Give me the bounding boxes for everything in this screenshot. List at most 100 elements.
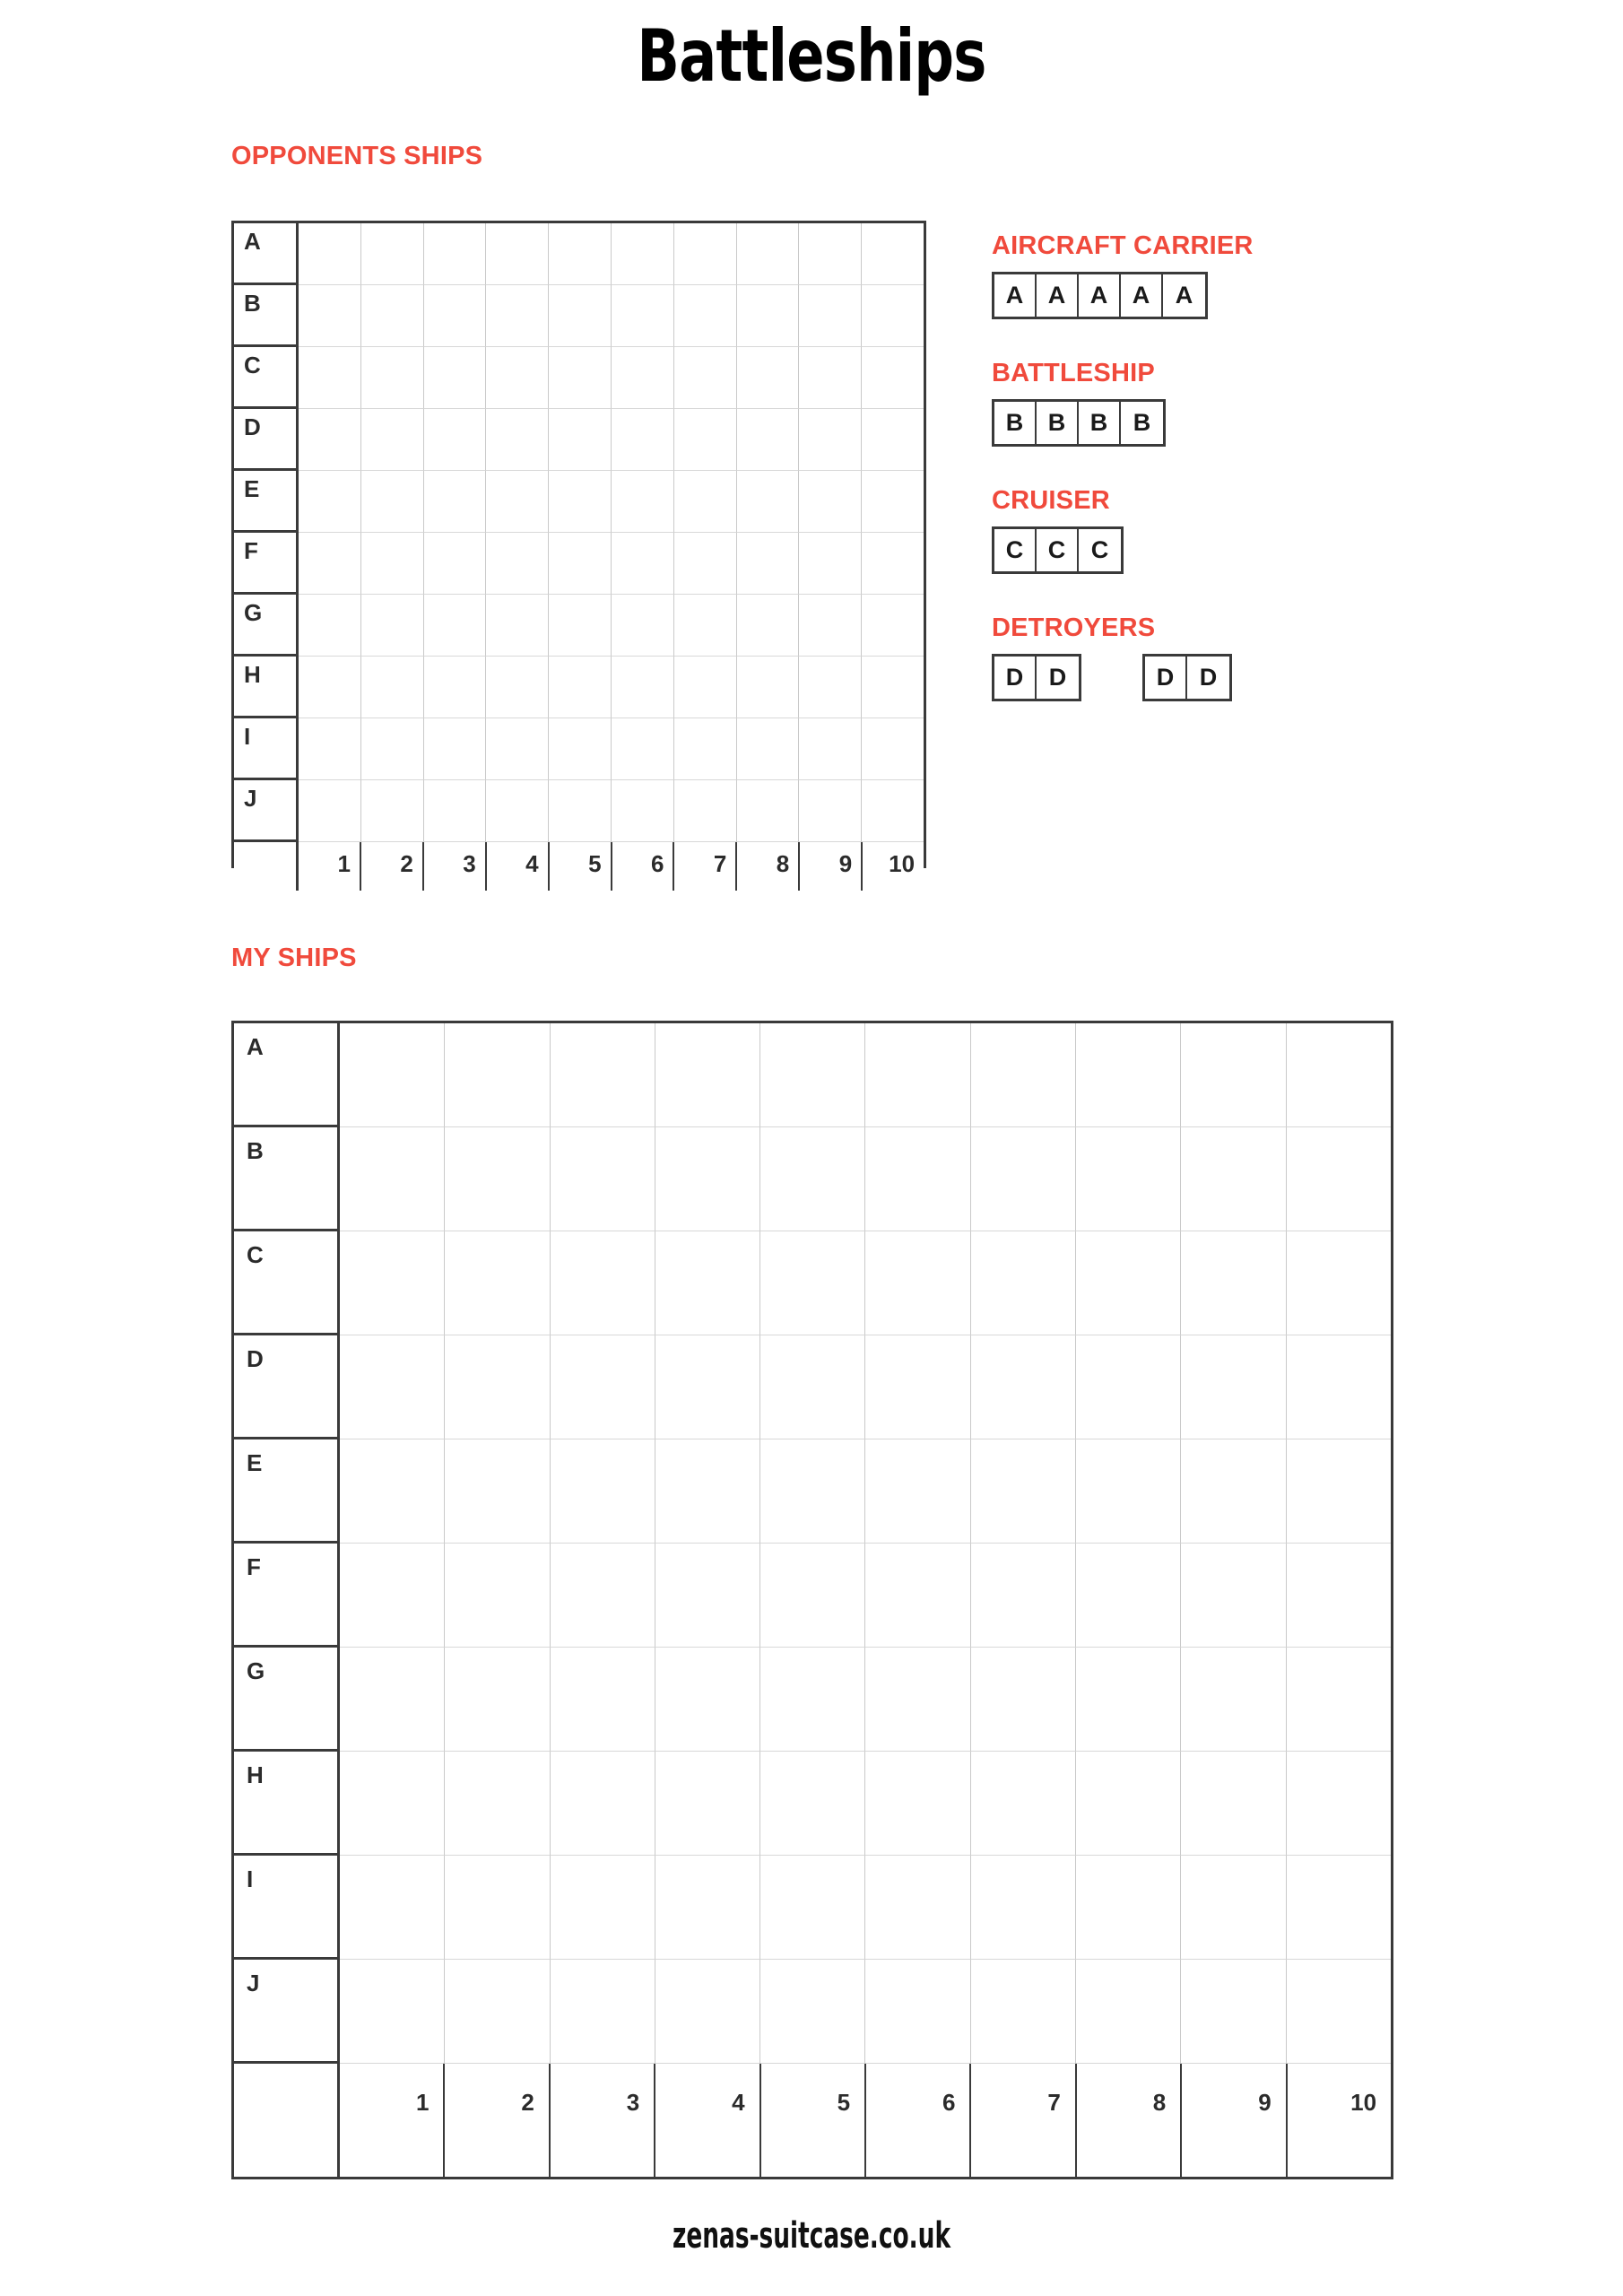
grid-cell[interactable] (862, 533, 924, 595)
grid-cell[interactable] (611, 657, 674, 718)
grid-cell[interactable] (673, 223, 737, 285)
grid-cell[interactable] (1181, 1960, 1287, 2064)
ship-cell[interactable]: B (994, 402, 1037, 444)
grid-cell[interactable] (862, 223, 924, 285)
grid-cell[interactable] (760, 1648, 866, 1752)
grid-cell[interactable] (736, 718, 800, 780)
grid-cell[interactable] (673, 657, 737, 718)
grid-cell[interactable] (486, 347, 550, 409)
grid-cell[interactable] (550, 1439, 655, 1544)
grid-cell[interactable] (970, 1960, 1077, 2064)
grid-cell[interactable] (1181, 1648, 1287, 1752)
grid-cell[interactable] (445, 1439, 551, 1544)
grid-cell[interactable] (360, 223, 424, 285)
grid-cell[interactable] (486, 780, 550, 842)
grid-cell[interactable] (550, 1960, 655, 2064)
grid-cell[interactable] (340, 1231, 446, 1335)
grid-cell[interactable] (736, 409, 800, 471)
grid-cell[interactable] (1181, 1752, 1287, 1856)
grid-cell[interactable] (673, 780, 737, 842)
grid-cell[interactable] (611, 409, 674, 471)
grid-cell[interactable] (360, 595, 424, 657)
grid-cell[interactable] (673, 533, 737, 595)
grid-cell[interactable] (423, 595, 487, 657)
grid-cell[interactable] (1181, 1127, 1287, 1231)
grid-cell[interactable] (865, 1960, 971, 2064)
grid-cell[interactable] (360, 533, 424, 595)
grid-cell[interactable] (611, 223, 674, 285)
grid-cell[interactable] (736, 657, 800, 718)
grid-cell[interactable] (445, 1856, 551, 1960)
grid-cell[interactable] (865, 1023, 971, 1127)
grid-cell[interactable] (862, 595, 924, 657)
grid-cell[interactable] (862, 347, 924, 409)
grid-cell[interactable] (423, 347, 487, 409)
grid-cell[interactable] (970, 1648, 1077, 1752)
grid-cell[interactable] (299, 471, 361, 533)
grid-cell[interactable] (486, 471, 550, 533)
grid-cell[interactable] (1286, 1439, 1391, 1544)
grid-cell[interactable] (970, 1856, 1077, 1960)
grid-cell[interactable] (360, 780, 424, 842)
ship-cell[interactable]: A (1121, 274, 1163, 317)
grid-cell[interactable] (736, 223, 800, 285)
grid-cell[interactable] (799, 780, 863, 842)
grid-cell[interactable] (299, 533, 361, 595)
grid-cell[interactable] (486, 223, 550, 285)
grid-cell[interactable] (1076, 1127, 1182, 1231)
ship-cell[interactable]: D (994, 657, 1037, 699)
grid-cell[interactable] (1181, 1335, 1287, 1439)
grid-cell[interactable] (611, 595, 674, 657)
ship-cell[interactable]: A (1079, 274, 1121, 317)
grid-cell[interactable] (736, 780, 800, 842)
grid-cell[interactable] (445, 1544, 551, 1648)
grid-cell[interactable] (655, 1127, 761, 1231)
grid-cell[interactable] (970, 1335, 1077, 1439)
grid-cell[interactable] (340, 1544, 446, 1648)
grid-cell[interactable] (299, 347, 361, 409)
grid-cell[interactable] (340, 1648, 446, 1752)
grid-cell[interactable] (486, 718, 550, 780)
grid-cell[interactable] (1286, 1960, 1391, 2064)
grid-cell[interactable] (736, 595, 800, 657)
grid-cell[interactable] (1076, 1439, 1182, 1544)
grid-cell[interactable] (423, 533, 487, 595)
grid-cell[interactable] (673, 718, 737, 780)
grid-cell[interactable] (299, 718, 361, 780)
grid-cell[interactable] (760, 1127, 866, 1231)
grid-cell[interactable] (799, 223, 863, 285)
ship-cell[interactable]: A (1037, 274, 1079, 317)
grid-cell[interactable] (799, 595, 863, 657)
grid-cell[interactable] (736, 347, 800, 409)
grid-cell[interactable] (1286, 1335, 1391, 1439)
ship-cell[interactable]: B (1079, 402, 1121, 444)
ship-cell[interactable]: D (1187, 657, 1229, 699)
grid-cell[interactable] (1181, 1023, 1287, 1127)
grid-cell[interactable] (1076, 1335, 1182, 1439)
grid-cell[interactable] (1286, 1752, 1391, 1856)
ship-cell[interactable]: D (1037, 657, 1079, 699)
grid-cell[interactable] (760, 1856, 866, 1960)
grid-cell[interactable] (799, 285, 863, 347)
grid-cell[interactable] (340, 1856, 446, 1960)
grid-cell[interactable] (655, 1648, 761, 1752)
ship-cell[interactable]: B (1037, 402, 1079, 444)
grid-cell[interactable] (1076, 1856, 1182, 1960)
grid-cell[interactable] (299, 223, 361, 285)
grid-cell[interactable] (299, 595, 361, 657)
grid-cell[interactable] (360, 409, 424, 471)
grid-cell[interactable] (340, 1960, 446, 2064)
grid-cell[interactable] (299, 409, 361, 471)
grid-cell[interactable] (760, 1752, 866, 1856)
grid-cell[interactable] (1076, 1648, 1182, 1752)
grid-cell[interactable] (760, 1544, 866, 1648)
grid-cell[interactable] (1286, 1544, 1391, 1648)
grid-cell[interactable] (611, 347, 674, 409)
grid-cell[interactable] (550, 1544, 655, 1648)
grid-cell[interactable] (862, 718, 924, 780)
grid-cell[interactable] (1076, 1023, 1182, 1127)
grid-cell[interactable] (1286, 1231, 1391, 1335)
grid-cell[interactable] (549, 533, 612, 595)
grid-cell[interactable] (445, 1231, 551, 1335)
grid-cell[interactable] (862, 657, 924, 718)
